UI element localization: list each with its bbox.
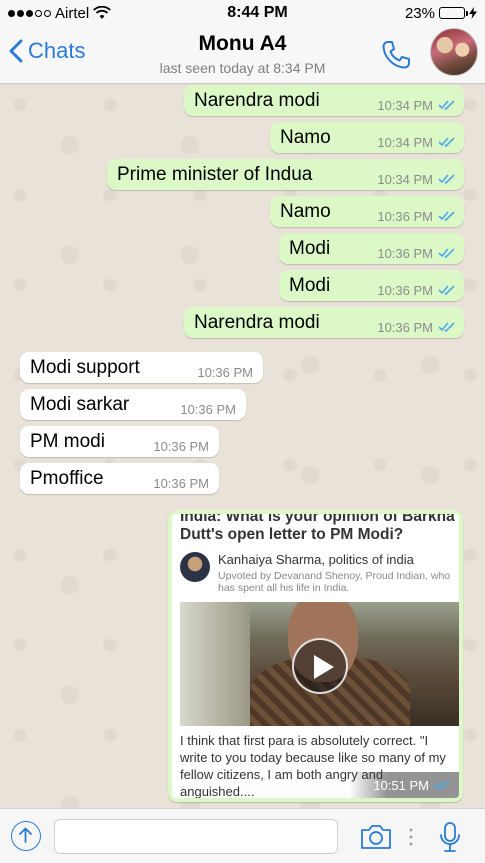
outgoing-message[interactable]: Namo 10:34 PM bbox=[270, 122, 464, 153]
incoming-message[interactable]: Modi sarkar 10:36 PM bbox=[20, 389, 246, 420]
message-text: Narendra modi bbox=[194, 89, 320, 111]
outgoing-message[interactable]: Namo 10:36 PM bbox=[270, 196, 464, 227]
message-text: Modi sarkar bbox=[30, 393, 130, 415]
chat-area[interactable]: Narendra modi 10:34 PM Namo 10:34 PM Prime m… bbox=[0, 85, 485, 808]
double-tick-icon bbox=[438, 137, 455, 147]
last-seen: last seen today at 8:34 PM bbox=[159, 60, 326, 76]
incoming-message[interactable]: PM modi 10:36 PM bbox=[20, 426, 219, 457]
incoming-message[interactable]: Pmoffice 10:36 PM bbox=[20, 463, 219, 494]
card-time: 10:51 PM bbox=[373, 777, 429, 793]
camera-icon[interactable] bbox=[359, 823, 393, 851]
message-time: 10:36 PM bbox=[197, 365, 253, 380]
charging-icon bbox=[469, 7, 477, 19]
message-text: Modi support bbox=[30, 356, 140, 378]
message-time: 10:36 PM bbox=[377, 246, 433, 261]
message-text: Modi bbox=[289, 237, 331, 259]
play-button[interactable] bbox=[292, 638, 348, 694]
message-text: Prime minister of Indua bbox=[117, 163, 313, 185]
double-tick-icon bbox=[438, 322, 455, 332]
outgoing-message[interactable]: Modi 10:36 PM bbox=[279, 233, 464, 264]
double-tick-icon bbox=[438, 100, 455, 110]
card-author: Kanhaiya Sharma, politics of india bbox=[218, 552, 414, 567]
upload-icon bbox=[19, 827, 32, 843]
card-headline: India: What is your opinion of Barkha Du… bbox=[180, 514, 455, 543]
mic-icon[interactable] bbox=[438, 821, 462, 853]
outgoing-message[interactable]: Prime minister of Indua 10:34 PM bbox=[107, 159, 464, 190]
message-input[interactable] bbox=[54, 819, 338, 854]
status-right: 23% bbox=[377, 5, 477, 22]
message-text: PM modi bbox=[30, 430, 105, 452]
carrier-label: Airtel bbox=[55, 4, 90, 22]
video-thumbnail[interactable] bbox=[180, 602, 459, 726]
message-text: Narendra modi bbox=[194, 311, 320, 333]
outgoing-message[interactable]: Narendra modi 10:34 PM bbox=[184, 85, 464, 116]
card-upvote-line: Upvoted by Devanand Shenoy, Proud Indian… bbox=[218, 570, 451, 594]
author-avatar bbox=[180, 552, 210, 582]
contact-avatar[interactable] bbox=[430, 28, 478, 76]
battery-percent: 23% bbox=[404, 4, 435, 22]
phone-icon[interactable] bbox=[380, 39, 412, 71]
message-time: 10:36 PM bbox=[180, 402, 236, 417]
message-time: 10:34 PM bbox=[377, 98, 433, 113]
contact-name[interactable]: Monu A4 bbox=[0, 32, 485, 56]
wifi-icon bbox=[93, 6, 112, 19]
signal-icon bbox=[8, 9, 51, 17]
card-time-overlay: 10:51 PM bbox=[349, 772, 459, 798]
message-time: 10:36 PM bbox=[377, 209, 433, 224]
message-time: 10:36 PM bbox=[153, 439, 209, 454]
status-bar: Airtel 8:44 PM 23% bbox=[0, 0, 485, 26]
double-tick-icon bbox=[433, 780, 450, 790]
status-time: 8:44 PM bbox=[227, 4, 288, 21]
battery-icon bbox=[439, 7, 468, 19]
message-input-bar bbox=[0, 808, 485, 863]
incoming-message[interactable]: Modi support 10:36 PM bbox=[20, 352, 263, 383]
double-tick-icon bbox=[438, 285, 455, 295]
message-time: 10:34 PM bbox=[377, 172, 433, 187]
message-time: 10:36 PM bbox=[377, 283, 433, 298]
message-text: Modi bbox=[289, 274, 331, 296]
double-tick-icon bbox=[438, 248, 455, 258]
message-time: 10:36 PM bbox=[153, 476, 209, 491]
message-time: 10:36 PM bbox=[377, 320, 433, 335]
shared-link-message[interactable]: India: What is your opinion of Barkha Du… bbox=[168, 510, 463, 802]
double-tick-icon bbox=[438, 174, 455, 184]
message-text: Namo bbox=[280, 126, 331, 148]
message-time: 10:34 PM bbox=[377, 135, 433, 150]
status-left: Airtel bbox=[8, 5, 178, 22]
chat-header: Chats Monu A4 last seen today at 8:34 PM bbox=[0, 26, 485, 84]
outgoing-message[interactable]: Narendra modi 10:36 PM bbox=[184, 307, 464, 338]
separator-dots bbox=[409, 828, 413, 846]
shared-link-preview[interactable]: India: What is your opinion of Barkha Du… bbox=[172, 514, 459, 798]
upload-button[interactable] bbox=[11, 821, 41, 851]
message-text: Namo bbox=[280, 200, 331, 222]
message-text: Pmoffice bbox=[30, 467, 104, 489]
play-icon bbox=[314, 655, 334, 679]
double-tick-icon bbox=[438, 211, 455, 221]
outgoing-message[interactable]: Modi 10:36 PM bbox=[279, 270, 464, 301]
